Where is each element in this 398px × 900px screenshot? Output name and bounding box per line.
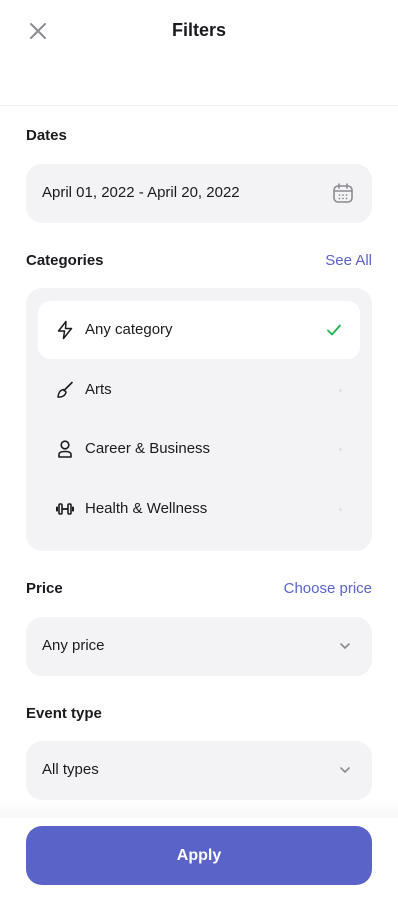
choose-price-link[interactable]: Choose price — [284, 580, 372, 597]
dates-field[interactable]: April 01, 2022 - April 20, 2022 — [26, 164, 372, 223]
category-item-any[interactable]: Any category — [38, 301, 360, 359]
page-title: Filters — [171, 20, 227, 40]
chevron-down-icon — [340, 643, 350, 649]
apply-button[interactable]: Apply — [26, 826, 372, 885]
unselected-indicator — [339, 508, 342, 511]
category-label: Career & Business — [85, 440, 211, 457]
category-item-arts[interactable]: Arts — [38, 361, 360, 419]
event-type-label: Event type — [26, 705, 102, 722]
calendar-icon[interactable] — [332, 182, 354, 204]
category-label: Health & Wellness — [85, 500, 208, 517]
dates-label: Dates — [26, 127, 67, 144]
categories-label: Categories — [26, 252, 104, 269]
lightning-icon — [57, 320, 73, 340]
bottom-fade — [0, 800, 398, 818]
event-type-select[interactable]: All types — [26, 741, 372, 800]
unselected-indicator — [339, 448, 342, 451]
header: Filters — [0, 0, 398, 106]
dumbbell-icon — [56, 503, 74, 515]
price-label: Price — [26, 580, 63, 597]
unselected-indicator — [339, 389, 342, 392]
price-value: Any price — [42, 637, 105, 654]
person-icon — [58, 440, 72, 458]
category-label: Arts — [85, 381, 112, 398]
see-all-link[interactable]: See All — [325, 252, 372, 269]
category-label: Any category — [85, 321, 173, 338]
brush-icon — [57, 381, 73, 398]
checkmark-icon — [327, 324, 341, 336]
chevron-down-icon — [340, 767, 350, 773]
dates-value: April 01, 2022 - April 20, 2022 — [42, 184, 240, 201]
category-list: Any category Arts Career & Business Heal… — [26, 288, 372, 551]
category-item-career[interactable]: Career & Business — [38, 420, 360, 478]
price-select[interactable]: Any price — [26, 617, 372, 676]
category-item-health[interactable]: Health & Wellness — [38, 480, 360, 538]
event-type-value: All types — [42, 761, 99, 778]
